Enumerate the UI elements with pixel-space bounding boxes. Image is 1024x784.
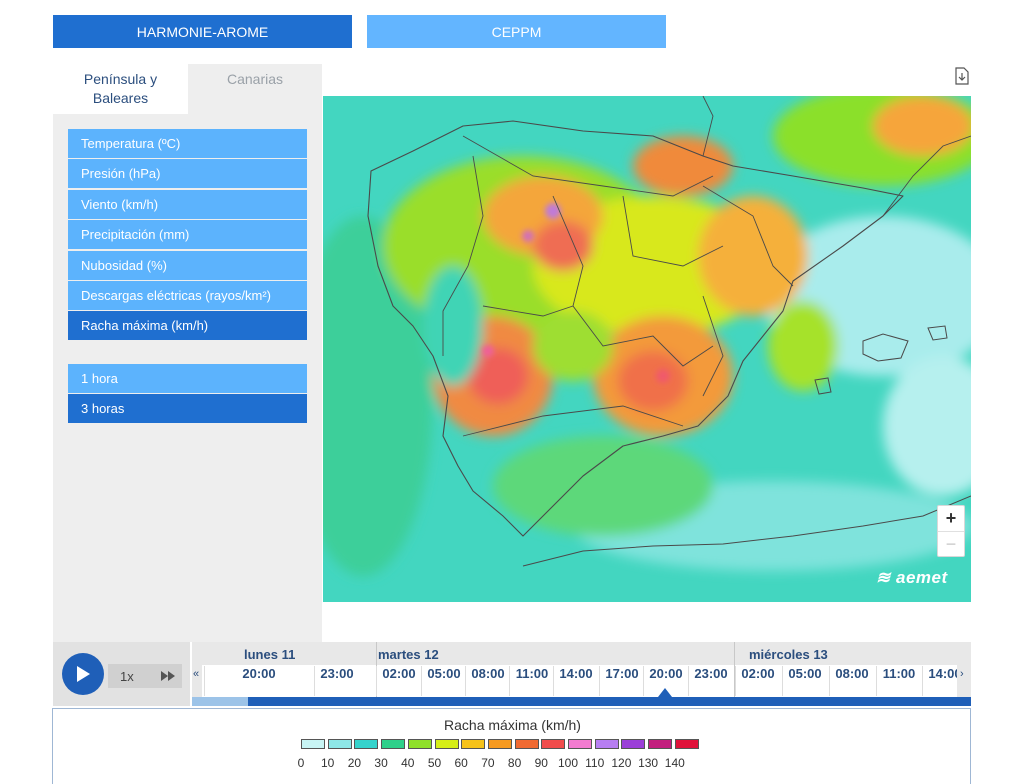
download-icon[interactable] xyxy=(955,67,969,85)
hour-separator xyxy=(204,666,205,696)
hour-separator xyxy=(688,666,689,696)
hour-separator xyxy=(922,666,923,696)
hour-separator xyxy=(643,666,644,696)
timeline-hour[interactable]: 05:00 xyxy=(778,666,832,694)
legend-swatch xyxy=(487,739,512,749)
hour-separator xyxy=(314,666,315,696)
legend-swatch xyxy=(407,739,432,749)
legend-swatch xyxy=(461,739,486,749)
logo-text: aemet xyxy=(895,568,948,587)
legend: Racha máxima (km/h) 0 10 20 30 40 50 60 70 80 90 1… xyxy=(52,708,971,784)
zoom-out-button[interactable]: − xyxy=(938,531,964,557)
legend-swatch xyxy=(354,739,379,749)
timeline-hour[interactable]: 02:00 xyxy=(731,666,785,694)
tab-ceppm[interactable]: CEPPM xyxy=(367,15,666,48)
legend-swatch xyxy=(648,739,673,749)
variable-nubosidad[interactable]: Nubosidad (%) xyxy=(68,250,307,280)
legend-tick: 70 xyxy=(481,756,495,770)
variable-descargas[interactable]: Descargas eléctricas (rayos/km²) xyxy=(68,280,307,310)
player-controls: 1x xyxy=(53,642,190,706)
hour-separator xyxy=(599,666,600,696)
timeline-days xyxy=(192,642,971,665)
speed-selector[interactable]: 1x xyxy=(108,664,182,688)
hour-separator xyxy=(376,666,377,696)
legend-tick: 20 xyxy=(347,756,362,770)
legend-swatch xyxy=(621,739,646,749)
interval-list: 1 hora 3 horas xyxy=(68,364,307,425)
legend-swatch xyxy=(594,739,619,749)
variable-list: Temperatura (ºC) Presión (hPa) Viento (k… xyxy=(68,129,307,342)
hour-separator xyxy=(735,666,736,696)
day-label: martes 12 xyxy=(378,647,439,662)
legend-tick: 100 xyxy=(557,756,579,770)
wind-gust-field xyxy=(323,96,971,602)
sidebar: Península y Baleares Canarias Temperatur… xyxy=(53,64,322,642)
legend-tick: 50 xyxy=(427,756,442,770)
timeline-hour[interactable]: 20:00 xyxy=(232,666,286,694)
interval-1-hora[interactable]: 1 hora xyxy=(68,364,307,393)
legend-tick: 120 xyxy=(611,756,632,770)
timeline-marker[interactable] xyxy=(658,688,672,697)
hour-separator xyxy=(421,666,422,696)
legend-tick: 40 xyxy=(401,756,415,770)
legend-swatch xyxy=(514,739,539,749)
legend-tick: 140 xyxy=(664,756,685,770)
hour-separator xyxy=(465,666,466,696)
variable-racha-maxima[interactable]: Racha máxima (km/h) xyxy=(68,311,307,341)
legend-tick: 30 xyxy=(374,756,388,770)
scroll-right-icon[interactable]: › xyxy=(960,668,964,680)
legend-swatch xyxy=(381,739,406,749)
legend-swatch xyxy=(541,739,566,749)
tab-canarias[interactable]: Canarias xyxy=(188,64,322,114)
speed-value: 1x xyxy=(120,668,134,684)
tab-peninsula-baleares[interactable]: Península y Baleares xyxy=(53,64,188,114)
zoom-in-button[interactable]: + xyxy=(938,506,964,531)
legend-swatch xyxy=(568,739,592,749)
zoom-control: + − xyxy=(937,505,965,557)
logo-mark-icon: ≋ xyxy=(876,568,891,587)
forecast-map[interactable]: ≋ aemet xyxy=(323,96,971,602)
timeline[interactable]: lunes 11 martes 12 miércoles 13 « 20:00 2… xyxy=(192,642,971,706)
variable-presion[interactable]: Presión (hPa) xyxy=(68,159,307,189)
progress-buffer xyxy=(192,697,248,706)
play-button[interactable] xyxy=(62,653,104,695)
legend-tick: 10 xyxy=(321,756,335,770)
legend-swatch xyxy=(327,739,352,749)
timeline-progress[interactable] xyxy=(192,697,971,706)
legend-tick: 90 xyxy=(534,756,548,770)
fast-forward-icon xyxy=(161,671,175,681)
timeline-hour[interactable]: 23:00 xyxy=(310,666,364,694)
hour-separator xyxy=(553,666,554,696)
variable-temperatura[interactable]: Temperatura (ºC) xyxy=(68,129,307,158)
aemet-logo: ≋ aemet xyxy=(876,568,948,588)
scroll-left-icon[interactable]: « xyxy=(193,668,199,680)
tab-peninsula-label: Península y Baleares xyxy=(83,71,158,106)
hour-separator xyxy=(782,666,783,696)
legend-swatch xyxy=(434,739,459,749)
legend-tick: 0 xyxy=(297,756,305,770)
legend-swatch xyxy=(301,739,325,749)
legend-title: Racha máxima (km/h) xyxy=(444,717,581,733)
variable-viento[interactable]: Viento (km/h) xyxy=(68,189,307,219)
hour-separator xyxy=(829,666,830,696)
legend-tick: 130 xyxy=(638,756,659,770)
timeline-hour[interactable]: 23:00 xyxy=(684,666,738,694)
day-label: lunes 11 xyxy=(244,647,296,662)
legend-tick: 110 xyxy=(585,756,605,770)
legend-tick: 80 xyxy=(507,756,522,770)
legend-tick: 60 xyxy=(454,756,468,770)
timeline-hour[interactable]: 08:00 xyxy=(825,666,879,694)
variable-precipitacion[interactable]: Precipitación (mm) xyxy=(68,220,307,250)
day-label: miércoles 13 xyxy=(749,647,828,662)
interval-3-horas[interactable]: 3 horas xyxy=(68,394,307,424)
play-icon xyxy=(77,666,90,682)
hour-separator xyxy=(876,666,877,696)
hour-separator xyxy=(509,666,510,696)
legend-swatch xyxy=(674,739,699,749)
tab-harmonie-arome[interactable]: HARMONIE-AROME xyxy=(53,15,352,48)
